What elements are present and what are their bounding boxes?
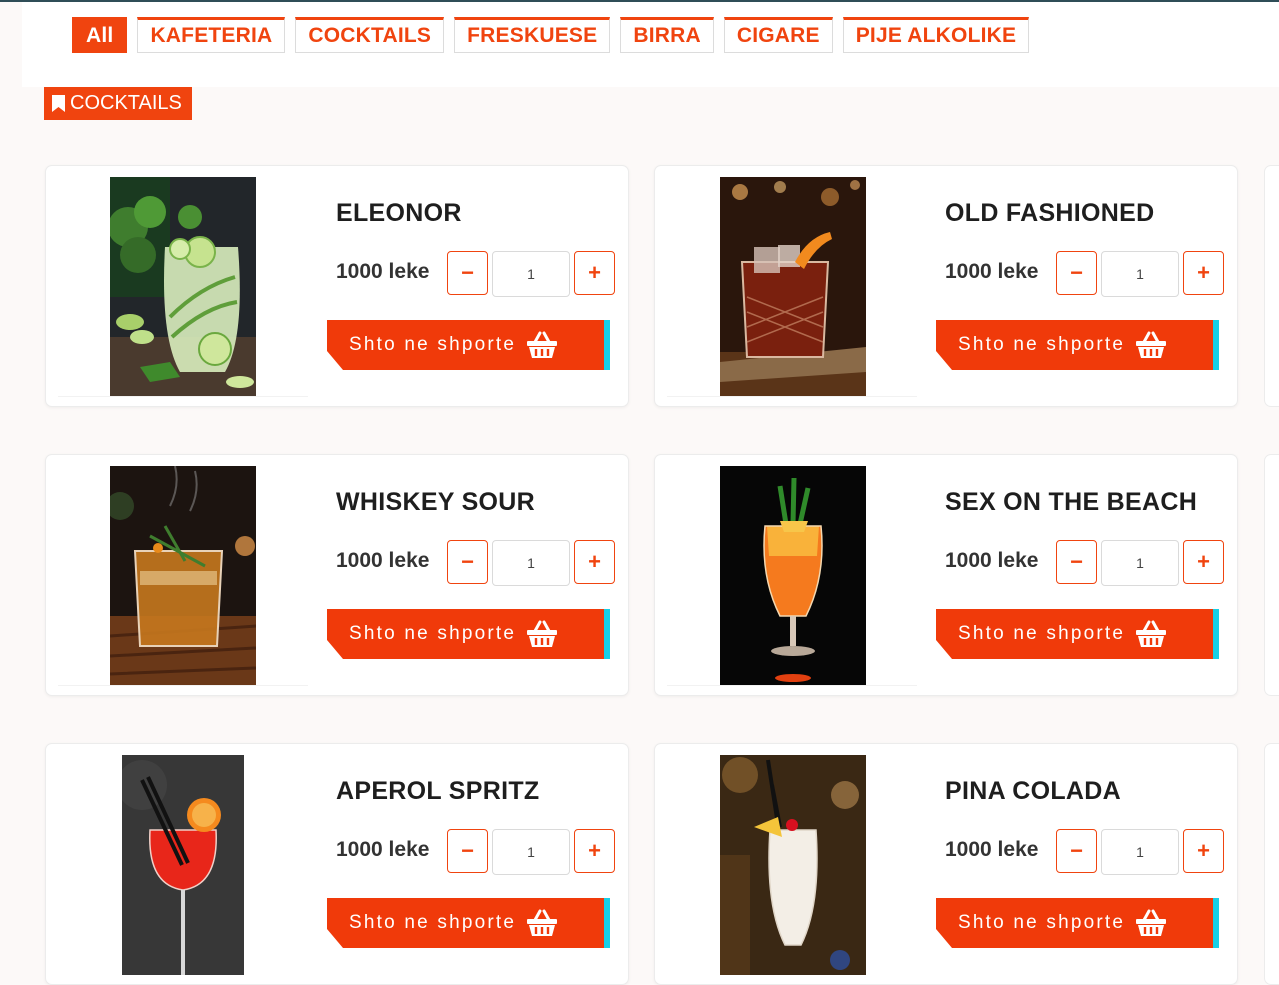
category-filters: All KAFETERIA COCKTAILS FRESKUESE BIRRA … <box>72 17 1030 53</box>
decrease-quantity-button[interactable]: − <box>447 829 488 873</box>
filter-freskuese-button[interactable]: FRESKUESE <box>454 17 611 53</box>
quantity-input[interactable] <box>1101 829 1179 875</box>
basket-icon <box>1136 909 1167 936</box>
increase-quantity-button[interactable]: + <box>574 540 615 584</box>
product-card-aperol-spritz: APEROL SPRITZ 1000 leke − + Shto ne shpo… <box>45 743 629 985</box>
add-to-cart-label: Shto ne shporte <box>958 623 1126 644</box>
decrease-quantity-button[interactable]: − <box>1056 829 1097 873</box>
quantity-input[interactable] <box>1101 540 1179 586</box>
product-card-pina-colada: PINA COLADA 1000 leke − + Shto ne shport… <box>654 743 1238 985</box>
decrease-quantity-button[interactable]: − <box>1056 251 1097 295</box>
add-to-cart-label: Shto ne shporte <box>349 623 517 644</box>
decrease-quantity-button[interactable]: − <box>447 251 488 295</box>
product-price: 1000 leke <box>945 838 1039 861</box>
product-name: APEROL SPRITZ <box>336 777 540 805</box>
increase-quantity-button[interactable]: + <box>574 251 615 295</box>
add-to-cart-button[interactable]: Shto ne shporte <box>327 898 610 948</box>
add-to-cart-label: Shto ne shporte <box>349 334 517 355</box>
bookmark-icon <box>52 95 65 112</box>
add-to-cart-label: Shto ne shporte <box>958 912 1126 933</box>
basket-icon <box>527 620 558 647</box>
product-image-whiskey-sour <box>110 466 256 686</box>
product-name: ELEONOR <box>336 199 462 227</box>
add-to-cart-label: Shto ne shporte <box>349 912 517 933</box>
product-price: 1000 leke <box>945 549 1039 572</box>
quantity-input[interactable] <box>492 540 570 586</box>
add-to-cart-button[interactable]: Shto ne shporte <box>327 609 610 659</box>
divider <box>667 396 917 397</box>
increase-quantity-button[interactable]: + <box>574 829 615 873</box>
divider <box>58 685 308 686</box>
filter-cigare-button[interactable]: CIGARE <box>723 17 833 53</box>
quantity-input[interactable] <box>492 829 570 875</box>
add-to-cart-button[interactable]: Shto ne shporte <box>936 320 1219 370</box>
basket-icon <box>1136 620 1167 647</box>
product-card-partial <box>1264 743 1279 985</box>
product-card-partial <box>1264 165 1279 407</box>
decrease-quantity-button[interactable]: − <box>447 540 488 584</box>
add-to-cart-button[interactable]: Shto ne shporte <box>327 320 610 370</box>
add-to-cart-button[interactable]: Shto ne shporte <box>936 609 1219 659</box>
basket-icon <box>527 909 558 936</box>
divider <box>58 396 308 397</box>
product-card-sex-on-the-beach: SEX ON THE BEACH 1000 leke − + Shto ne s… <box>654 454 1238 696</box>
filter-birra-button[interactable]: BIRRA <box>620 17 714 53</box>
category-filter-bar: All KAFETERIA COCKTAILS FRESKUESE BIRRA … <box>22 2 1279 87</box>
product-image-eleonor <box>110 177 256 397</box>
product-card-partial <box>1264 454 1279 696</box>
filter-pije-alkolike-button[interactable]: PIJE ALKOLIKE <box>842 17 1030 53</box>
filter-all-button[interactable]: All <box>72 17 128 53</box>
section-title: COCKTAILS <box>44 87 192 120</box>
product-name: PINA COLADA <box>945 777 1121 805</box>
section-title-label: COCKTAILS <box>70 92 182 114</box>
increase-quantity-button[interactable]: + <box>1183 251 1224 295</box>
filter-kafeteria-button[interactable]: KAFETERIA <box>137 17 286 53</box>
product-card-whiskey-sour: WHISKEY SOUR 1000 leke − + Shto ne shpor… <box>45 454 629 696</box>
decrease-quantity-button[interactable]: − <box>1056 540 1097 584</box>
basket-icon <box>527 331 558 358</box>
product-name: SEX ON THE BEACH <box>945 488 1198 516</box>
quantity-input[interactable] <box>492 251 570 297</box>
increase-quantity-button[interactable]: + <box>1183 540 1224 584</box>
product-price: 1000 leke <box>945 260 1039 283</box>
product-name: OLD FASHIONED <box>945 199 1155 227</box>
product-card-old-fashioned: OLD FASHIONED 1000 leke − + Shto ne shpo… <box>654 165 1238 407</box>
product-price: 1000 leke <box>336 838 430 861</box>
product-image-old-fashioned <box>720 177 866 397</box>
add-to-cart-label: Shto ne shporte <box>958 334 1126 355</box>
product-image-aperol-spritz <box>122 755 244 975</box>
add-to-cart-button[interactable]: Shto ne shporte <box>936 898 1219 948</box>
product-card-eleonor: ELEONOR 1000 leke − + Shto ne shporte <box>45 165 629 407</box>
divider <box>667 685 917 686</box>
product-image-pina-colada <box>720 755 866 975</box>
filter-cocktails-button[interactable]: COCKTAILS <box>295 17 445 53</box>
product-price: 1000 leke <box>336 549 430 572</box>
product-image-sex-on-the-beach <box>720 466 866 686</box>
basket-icon <box>1136 331 1167 358</box>
quantity-input[interactable] <box>1101 251 1179 297</box>
product-price: 1000 leke <box>336 260 430 283</box>
product-name: WHISKEY SOUR <box>336 488 535 516</box>
increase-quantity-button[interactable]: + <box>1183 829 1224 873</box>
